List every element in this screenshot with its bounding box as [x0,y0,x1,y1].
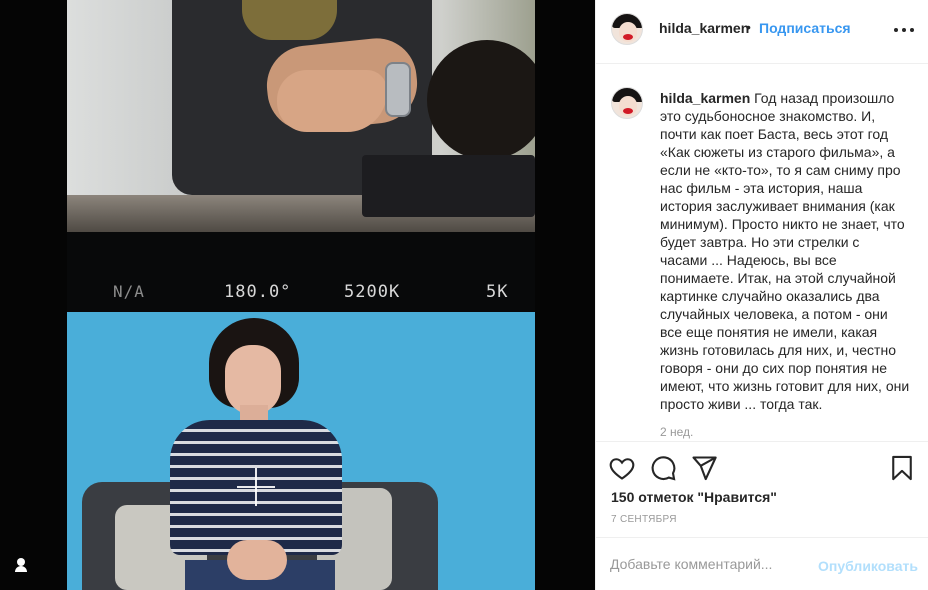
post-photo[interactable]: N/A 180.0° 5200K 5K [67,0,535,590]
publish-button[interactable]: Опубликовать [818,558,918,574]
photo-woman-hands [227,540,287,580]
camera-label-resolution: 5K [486,282,509,302]
avatar-lips [623,108,633,114]
camera-label-shutter: 180.0° [224,282,292,302]
post-media[interactable]: N/A 180.0° 5200K 5K [0,0,595,590]
more-dot [910,28,914,32]
photo-shirt-print [242,0,337,40]
more-horizontal-icon[interactable] [892,20,916,44]
likes-count[interactable]: 150 отметок "Нравится" [611,489,777,505]
comment-box: Опубликовать [596,537,928,590]
comment-input[interactable] [610,556,810,572]
post-caption: hilda_karmen Год назад произошло это суд… [660,89,910,413]
photo-hair [427,40,535,160]
photo-device [362,155,535,217]
caption-area: hilda_karmen Год назад произошло это суд… [596,65,928,441]
camera-label-na: N/A [113,282,145,301]
photo-watch [385,62,411,117]
camera-label-white-balance: 5200K [344,282,401,302]
header-separator: • [746,19,751,35]
more-dot [894,28,898,32]
share-icon[interactable] [690,454,718,482]
crosshair-vertical [255,468,257,506]
post-header: hilda_karmen • Подписаться [596,0,928,64]
person-icon[interactable] [12,556,30,574]
heart-icon[interactable] [608,454,636,482]
post-side-panel: hilda_karmen • Подписаться hilda_karmen … [595,0,928,590]
post-date[interactable]: 7 СЕНТЯБРЯ [611,514,677,525]
post-actions: 150 отметок "Нравится" 7 СЕНТЯБРЯ Опубли… [596,441,928,590]
follow-button[interactable]: Подписаться [759,20,851,36]
more-dot [902,28,906,32]
avatar-lips [623,34,633,40]
avatar[interactable] [611,13,643,45]
avatar[interactable] [611,87,643,119]
caption-username[interactable]: hilda_karmen [660,90,750,106]
header-username[interactable]: hilda_karmen [659,20,749,36]
post-time-ago[interactable]: 2 нед. [660,425,693,439]
bookmark-icon[interactable] [888,454,916,482]
caption-text: Год назад произошло это судьбоносное зна… [660,90,910,412]
comment-icon[interactable] [649,454,677,482]
person-icon-head [17,558,25,566]
photo-hand [277,70,387,132]
person-icon-body [15,566,27,572]
